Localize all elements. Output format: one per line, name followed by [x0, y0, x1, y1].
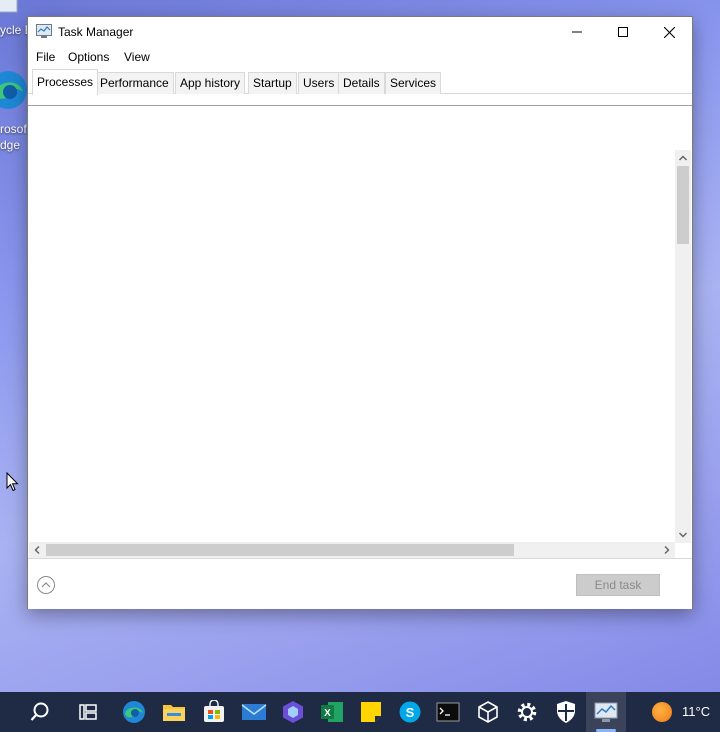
tab-strip: Processes Performance App history Startu… [28, 69, 692, 95]
task-manager-taskbar-icon[interactable] [592, 698, 620, 726]
svg-text:X: X [324, 708, 331, 719]
menu-options[interactable]: Options [68, 50, 109, 64]
menu-bar: File Options View [28, 47, 692, 67]
minimize-icon [572, 31, 582, 33]
desktop-icon-label: dge [0, 138, 21, 152]
close-button[interactable] [646, 17, 692, 47]
chevron-right-icon [664, 546, 670, 554]
scroll-up-button[interactable] [675, 150, 691, 166]
scroll-left-button[interactable] [29, 542, 45, 558]
store-icon[interactable] [200, 698, 228, 726]
menu-view[interactable]: View [124, 50, 150, 64]
chevron-down-icon [679, 532, 687, 538]
vertical-scroll-thumb[interactable] [677, 166, 689, 244]
excel-icon[interactable]: X [318, 698, 346, 726]
menu-file[interactable]: File [36, 50, 55, 64]
sticky-notes-icon[interactable] [357, 698, 385, 726]
settings-icon[interactable] [513, 698, 541, 726]
tab-app-history[interactable]: App history [175, 72, 246, 94]
window-title: Task Manager [58, 25, 134, 39]
maximize-icon [618, 27, 628, 37]
taskbar: X S [0, 692, 720, 732]
security-icon[interactable] [552, 698, 580, 726]
vertical-scrollbar[interactable] [675, 150, 691, 543]
title-bar[interactable]: Task Manager [28, 17, 692, 47]
tab-performance[interactable]: Performance [95, 72, 174, 94]
tab-services[interactable]: Services [385, 72, 442, 94]
task-manager-window: Task Manager File Options View Processes… [27, 16, 693, 609]
processes-list-area[interactable] [28, 105, 692, 558]
search-icon[interactable] [26, 698, 54, 726]
end-task-button[interactable]: End task [576, 574, 660, 596]
horizontal-scroll-thumb[interactable] [46, 544, 514, 556]
maximize-button[interactable] [600, 17, 646, 47]
horizontal-scrollbar[interactable] [29, 542, 675, 558]
chevron-up-circle-icon [37, 576, 55, 594]
tab-startup[interactable]: Startup [248, 72, 297, 94]
footer-bar: End task [28, 558, 692, 609]
svg-text:S: S [406, 705, 415, 720]
weather-temperature[interactable]: 11°C [682, 704, 710, 719]
task-manager-icon [36, 24, 52, 38]
scroll-down-button[interactable] [675, 527, 691, 543]
clipchamp-icon[interactable] [279, 698, 307, 726]
edge-desktop-icon [0, 68, 30, 117]
close-icon [663, 26, 675, 38]
mail-icon[interactable] [240, 698, 268, 726]
chevron-up-icon [679, 155, 687, 161]
edge-icon[interactable] [120, 698, 148, 726]
scroll-right-button[interactable] [659, 542, 675, 558]
weather-sun-icon[interactable] [652, 702, 672, 722]
task-view-icon[interactable] [74, 698, 102, 726]
fewer-details-button[interactable] [36, 575, 56, 595]
file-explorer-icon[interactable] [160, 698, 188, 726]
3d-viewer-icon[interactable] [474, 698, 502, 726]
chevron-left-icon [34, 546, 40, 554]
recycle-bin-icon [0, 0, 30, 19]
mouse-cursor-icon [6, 472, 19, 492]
skype-icon[interactable]: S [396, 698, 424, 726]
terminal-icon[interactable] [434, 698, 462, 726]
minimize-button[interactable] [554, 17, 600, 47]
tab-processes[interactable]: Processes [32, 69, 99, 95]
tab-details[interactable]: Details [338, 72, 385, 94]
tab-users[interactable]: Users [298, 72, 340, 94]
desktop-icon-label: rosof [0, 122, 27, 136]
